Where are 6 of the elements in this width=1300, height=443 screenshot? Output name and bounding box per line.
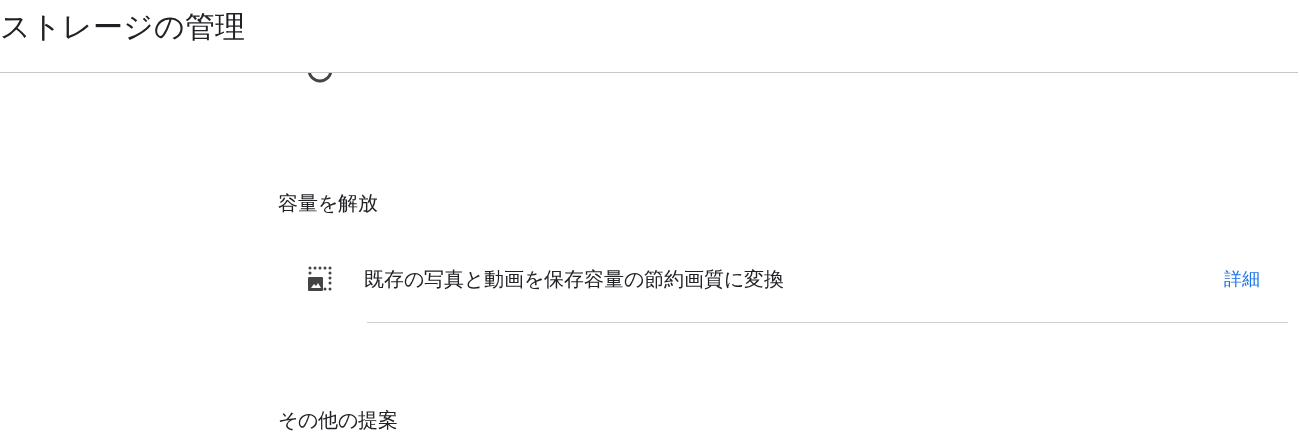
section-heading: 容量を解放 (277, 191, 379, 215)
page-title: ストレージの管理 (0, 8, 246, 42)
section-heading: その他の提案 (277, 408, 399, 432)
details-link[interactable]: 詳細 (1224, 265, 1260, 292)
photo-icon (306, 264, 334, 293)
option-label: 既存の写真と動画を保存容量の節約画質に変換 (363, 265, 785, 293)
